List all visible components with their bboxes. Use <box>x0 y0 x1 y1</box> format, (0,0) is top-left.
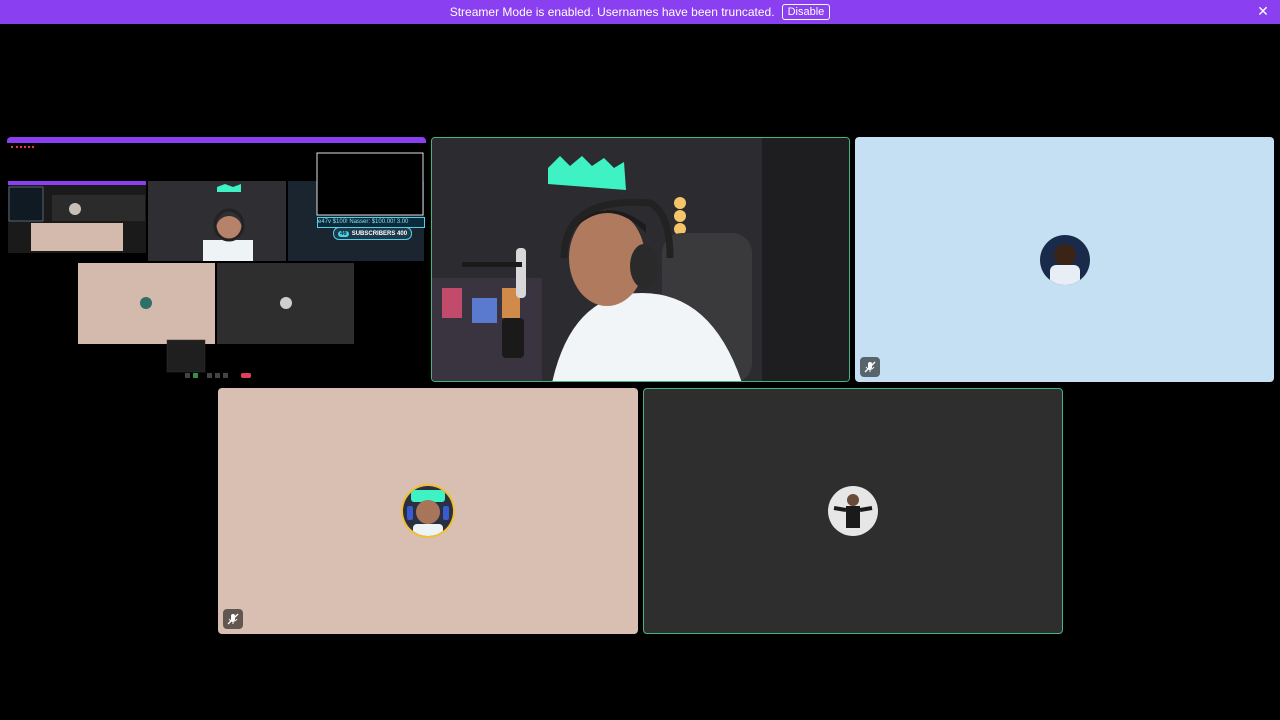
avatar <box>403 486 453 536</box>
avatar <box>1039 234 1090 285</box>
subscribers-count-badge: 46 <box>338 230 349 237</box>
subscribers-label: SUBSCRIBERS 400 <box>351 230 408 237</box>
disable-streamer-mode-button[interactable]: Disable <box>781 4 831 20</box>
avatar-image <box>828 486 878 536</box>
mic-muted-icon <box>864 361 876 373</box>
avatar <box>828 486 878 536</box>
camera-tile-main[interactable] <box>431 137 850 382</box>
streamer-mode-banner: Streamer Mode is enabled. Usernames have… <box>0 0 1280 24</box>
screen-share-content <box>8 145 424 378</box>
mic-muted-icon <box>227 613 239 625</box>
avatar-image <box>403 486 453 536</box>
mute-badge <box>223 609 243 629</box>
participant-tile-blue[interactable] <box>855 137 1274 382</box>
close-icon[interactable]: ✕ <box>1256 4 1270 18</box>
mute-badge <box>860 357 880 377</box>
camera-video-feed <box>432 138 849 381</box>
participant-tile-dark[interactable] <box>643 388 1063 634</box>
subscribers-badge: 46 SUBSCRIBERS 400 <box>333 227 413 240</box>
avatar-image <box>1039 234 1090 285</box>
participant-tile-pink[interactable] <box>218 388 638 634</box>
screen-share-tile[interactable]: e47v $100! Nasser: $100.00! 3.00 46 SUBS… <box>7 137 426 382</box>
streamer-mode-message: Streamer Mode is enabled. Usernames have… <box>449 5 775 19</box>
